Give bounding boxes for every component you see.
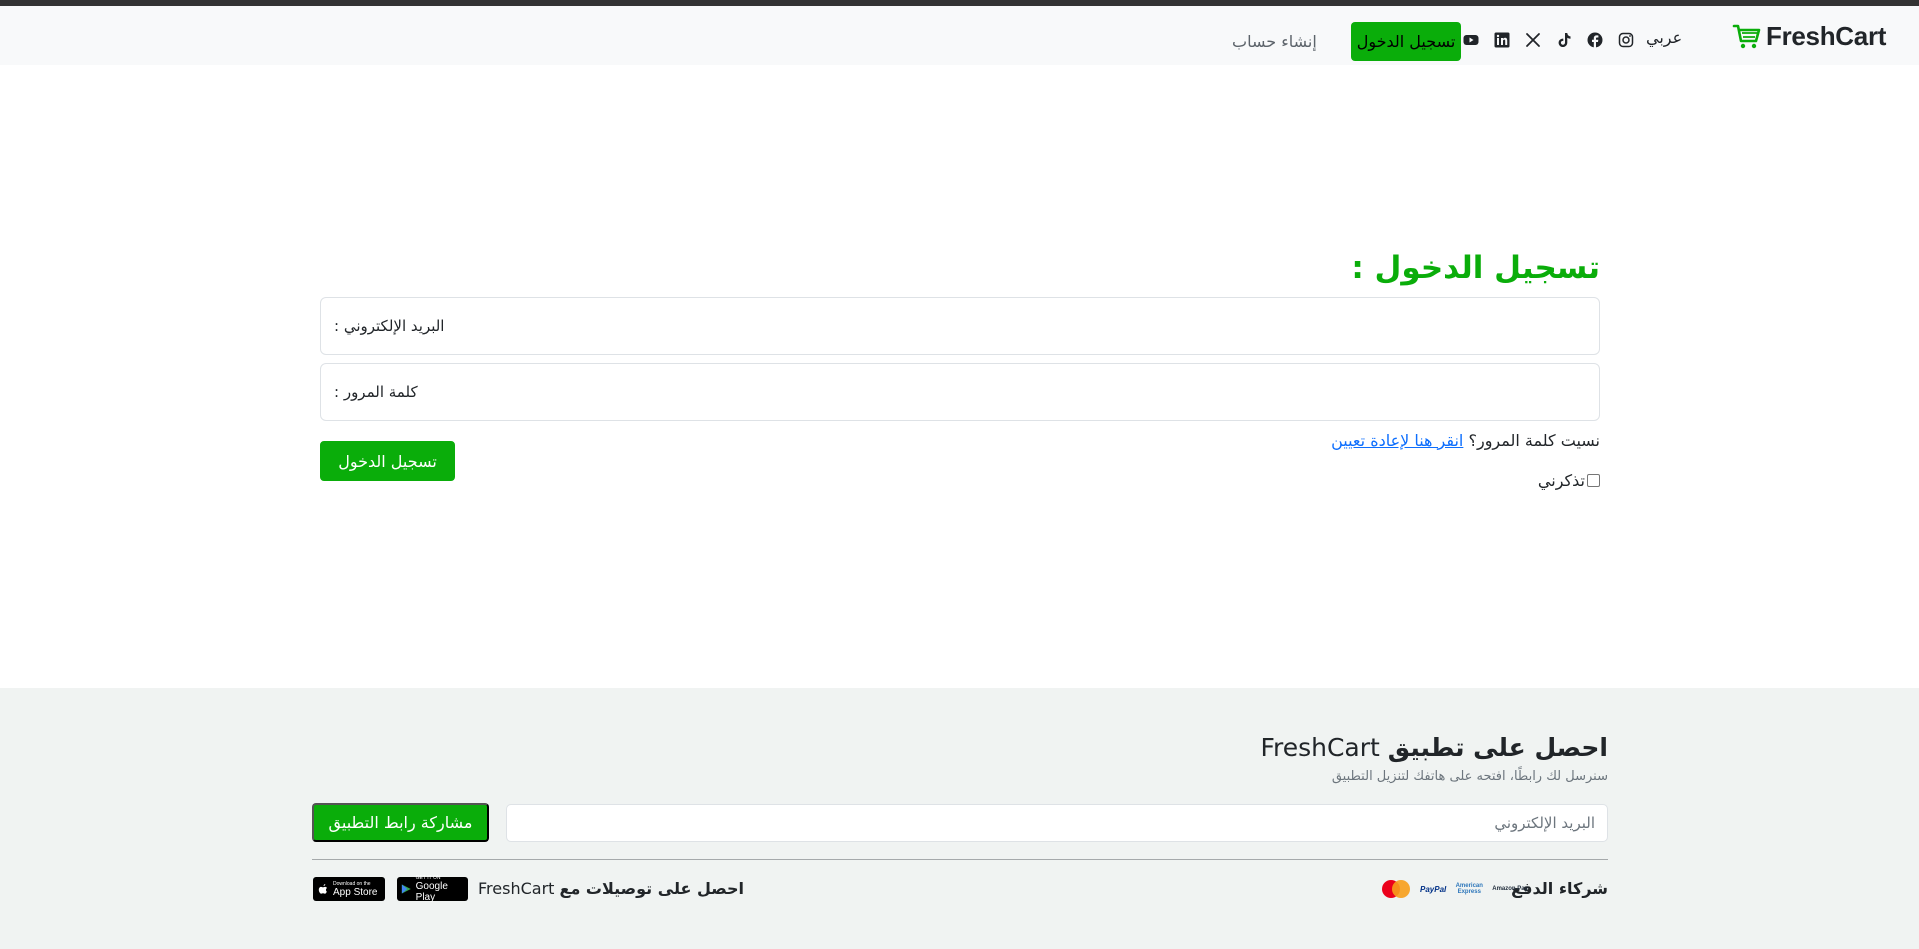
language-switcher[interactable]: عربي [1646,28,1682,47]
google-play-badge[interactable]: GET IT ON Google Play [397,875,468,903]
nav-register-link[interactable]: إنشاء حساب [1232,32,1317,51]
google-play-text: GET IT ON Google Play [416,875,464,903]
mastercard-icon [1380,879,1412,899]
linkedin-icon[interactable] [1494,32,1510,48]
share-app-link-button[interactable]: مشاركة رابط التطبيق [312,803,489,842]
payment-logos: PayPal American Express Amazon Pay [1380,878,1528,900]
forgot-password-text: نسيت كلمة المرور؟ [1468,431,1600,450]
password-placeholder: كلمة المرور : [334,383,418,401]
deliveries-text: احصل على توصيلات مع FreshCart [478,879,744,898]
footer-divider [312,859,1608,860]
brand-logo[interactable]: FreshCart [1732,19,1886,53]
cart-icon [1732,24,1761,49]
reset-password-link[interactable]: انقر هنا لإعادة تعيين [1331,431,1463,450]
deliveries-prefix: احصل على توصيلات مع [559,879,745,898]
forgot-password: نسيت كلمة المرور؟ انقر هنا لإعادة تعيين [1331,431,1600,450]
footer-title: احصل على تطبيق FreshCart [1260,733,1608,762]
app-store-small: Download on the [333,880,371,887]
paypal-icon: PayPal [1420,884,1447,894]
email-field[interactable]: البريد الإلكتروني : [320,297,1600,355]
instagram-icon[interactable] [1618,32,1634,48]
app-store-badge[interactable]: Download on the App Store [313,877,385,901]
footer-email-input[interactable]: البريد الإلكتروني [506,804,1608,842]
apple-icon [318,884,327,894]
x-icon[interactable] [1525,32,1541,48]
deliveries-brand: FreshCart [478,879,555,898]
tiktok-icon[interactable] [1556,32,1572,48]
remember-me-label: تذكرني [1537,471,1585,490]
remember-me-checkbox[interactable] [1587,474,1600,487]
brand-name: FreshCart [1766,20,1887,51]
remember-me: تذكرني [1538,471,1600,490]
email-placeholder: البريد الإلكتروني : [334,317,445,335]
footer-title-prefix: احصل على تطبيق [1387,733,1608,762]
app-store-text: Download on the App Store [333,881,377,898]
footer-title-brand: FreshCart [1260,733,1380,762]
login-submit-button[interactable]: تسجيل الدخول [320,441,455,481]
google-play-icon [401,884,411,894]
navbar: FreshCart عربي تسجيل الدخول إنشاء حساب [0,6,1919,65]
footer-subtitle: سنرسل لك رابطًا، افتحه على هاتفك لتنزيل … [1331,769,1608,784]
login-title: تسجيل الدخول : [1351,250,1600,286]
footer-email-placeholder: البريد الإلكتروني [1494,814,1595,832]
youtube-icon[interactable] [1463,32,1479,48]
google-play-big: Google Play [415,881,448,903]
app-store-big: App Store [333,886,378,898]
amazon-pay-icon: Amazon Pay [1492,886,1528,892]
facebook-icon[interactable] [1587,32,1603,48]
footer: احصل على تطبيق FreshCart سنرسل لك رابطًا… [0,688,1919,949]
password-field[interactable]: كلمة المرور : [320,363,1600,421]
nav-login-button[interactable]: تسجيل الدخول [1351,22,1461,61]
amex-icon: American Express [1455,883,1483,895]
